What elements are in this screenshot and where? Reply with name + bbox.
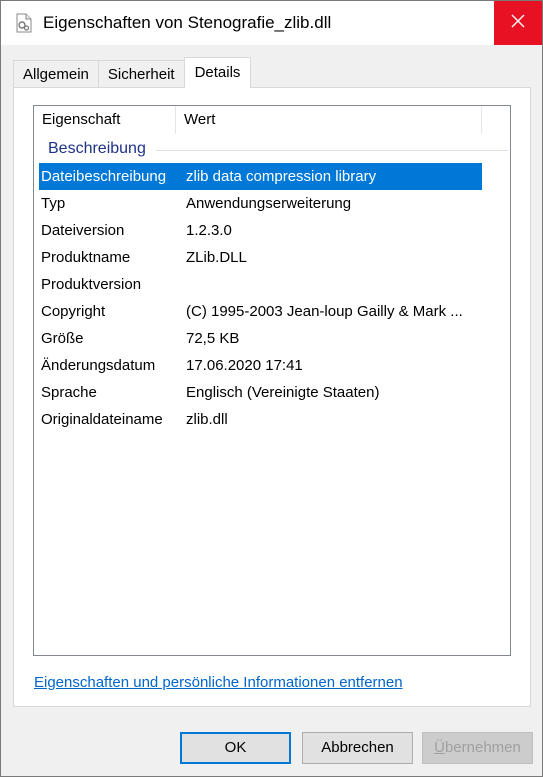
property-value: ZLib.DLL (186, 249, 247, 266)
property-name: Copyright (41, 303, 106, 320)
cancel-button[interactable]: Abbrechen (302, 732, 413, 764)
property-name: Dateibeschreibung (41, 168, 167, 185)
ok-button[interactable]: OK (180, 732, 291, 764)
property-value: 72,5 KB (186, 330, 240, 347)
table-row[interactable]: Produktversion (39, 271, 482, 298)
property-name: Typ (41, 195, 66, 212)
group-label: Beschreibung (48, 140, 146, 157)
table-row[interactable]: Sprache Englisch (Vereinigte Staaten) (39, 379, 482, 406)
tab-sicherheit[interactable]: Sicherheit (97, 60, 185, 88)
property-value: 1.2.3.0 (186, 222, 232, 239)
apply-mnemonic: Ü (434, 739, 445, 756)
property-name: Sprache (41, 384, 97, 401)
tab-strip: Allgemein Sicherheit Details (13, 57, 252, 88)
properties-dialog: Eigenschaften von Stenografie_zlib.dll A… (0, 0, 543, 777)
table-row[interactable]: Typ Anwendungserweiterung (39, 190, 482, 217)
list-header: Eigenschaft Wert (34, 106, 510, 134)
remove-properties-link[interactable]: Eigenschaften und persönliche Informatio… (34, 674, 403, 691)
table-row[interactable]: Dateibeschreibung zlib data compression l… (39, 163, 482, 190)
list-rows: Dateibeschreibung zlib data compression l… (39, 163, 482, 433)
table-row[interactable]: Produktname ZLib.DLL (39, 244, 482, 271)
property-value: 17.06.2020 17:41 (186, 357, 303, 374)
window-title: Eigenschaften von Stenografie_zlib.dll (43, 13, 332, 32)
property-value: Anwendungserweiterung (186, 195, 352, 212)
details-panel: Eigenschaft Wert Beschreibung Dateibesch… (13, 87, 531, 707)
table-row[interactable]: Originaldateiname zlib.dll (39, 406, 482, 433)
property-value: (C) 1995-2003 Jean-loup Gailly & Mark ..… (186, 303, 463, 320)
property-value (181, 271, 482, 298)
details-list[interactable]: Eigenschaft Wert Beschreibung Dateibesch… (33, 105, 511, 656)
apply-button[interactable]: Übernehmen (422, 732, 533, 764)
close-icon (510, 13, 526, 33)
property-value: zlib data compression library (186, 168, 377, 185)
column-header-eigenschaft[interactable]: Eigenschaft (34, 106, 176, 134)
table-row[interactable]: Änderungsdatum 17.06.2020 17:41 (39, 352, 482, 379)
property-name: Produktversion (41, 276, 142, 293)
property-name: Originaldateiname (41, 411, 163, 428)
group-divider (155, 149, 508, 151)
property-name: Größe (41, 330, 84, 347)
close-button[interactable] (494, 1, 542, 45)
property-value: Englisch (Vereinigte Staaten) (186, 384, 380, 401)
table-row[interactable]: Copyright (C) 1995-2003 Jean-loup Gailly … (39, 298, 482, 325)
apply-label: bernehmen (444, 739, 521, 756)
table-row[interactable]: Größe 72,5 KB (39, 325, 482, 352)
tab-allgemein[interactable]: Allgemein (13, 60, 99, 88)
dll-file-icon (15, 13, 33, 33)
property-value: zlib.dll (186, 411, 228, 428)
title-bar[interactable]: Eigenschaften von Stenografie_zlib.dll (1, 1, 542, 45)
property-name: Dateiversion (41, 222, 125, 239)
tab-details[interactable]: Details (183, 57, 252, 88)
column-header-wert[interactable]: Wert (176, 106, 482, 134)
property-name: Änderungsdatum (41, 357, 156, 374)
table-row[interactable]: Dateiversion 1.2.3.0 (39, 217, 482, 244)
property-name: Produktname (41, 249, 131, 266)
group-header-beschreibung[interactable]: Beschreibung (38, 138, 508, 160)
